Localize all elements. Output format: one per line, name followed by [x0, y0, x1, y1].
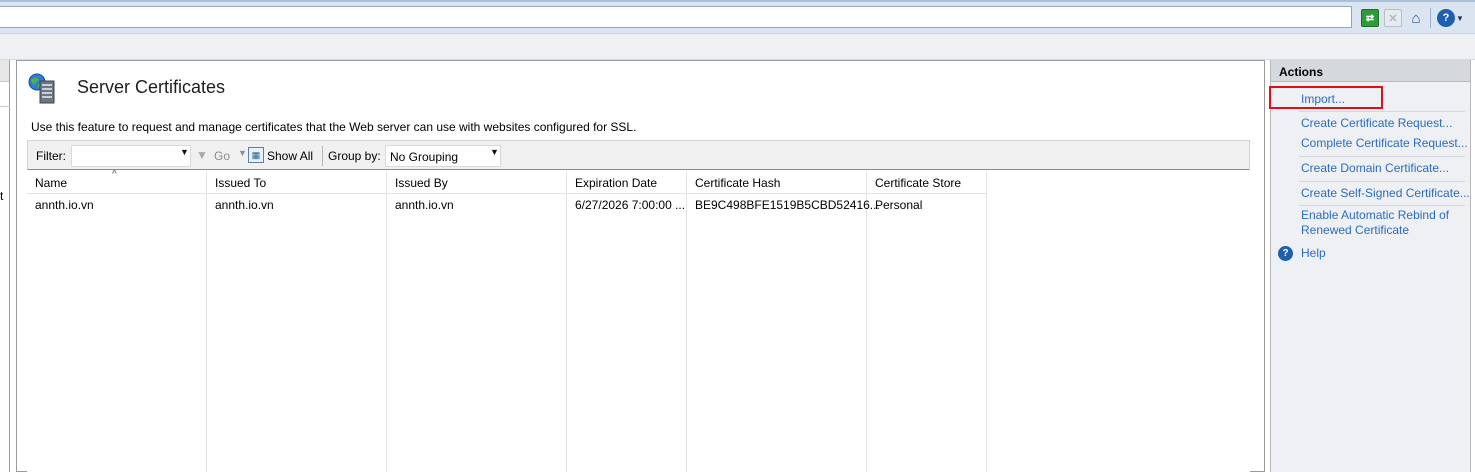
column-certificate-hash[interactable]: Certificate Hash BE9C498BFE1519B5CBD5241…: [687, 171, 880, 472]
go-button[interactable]: Go: [214, 149, 230, 163]
actions-separator: [1299, 111, 1465, 112]
filter-dropdown-icon[interactable]: ▼: [180, 147, 189, 157]
column-name[interactable]: Name ^ annth.io.vn: [27, 169, 207, 472]
filter-bar: Filter: ▼ ▼ Go ▼ ▦ Show All Group by: No…: [27, 140, 1250, 170]
stop-icon[interactable]: ✕: [1384, 9, 1402, 27]
toolbar-separator: [1430, 8, 1431, 28]
home-icon[interactable]: ⌂: [1407, 9, 1425, 27]
toolbar-band: [0, 34, 1475, 60]
create-self-signed-certificate-action[interactable]: Create Self-Signed Certificate...: [1301, 186, 1470, 201]
table-cell[interactable]: 6/27/2026 7:00:00 ...: [575, 198, 685, 212]
column-header-expiration-date[interactable]: Expiration Date: [575, 176, 657, 190]
connections-text-fragment: t: [0, 189, 4, 203]
actions-pane: Actions Import... Create Certificate Req…: [1269, 60, 1470, 472]
group-by-select[interactable]: No Grouping: [385, 145, 501, 167]
column-header-certificate-hash[interactable]: Certificate Hash: [695, 176, 780, 190]
filter-label: Filter:: [36, 149, 66, 163]
group-by-label: Group by:: [328, 149, 381, 163]
table-cell[interactable]: annth.io.vn: [215, 198, 274, 212]
help-icon[interactable]: ?: [1437, 9, 1455, 27]
column-issued-by[interactable]: Issued By annth.io.vn: [387, 171, 567, 472]
connections-pane: t: [0, 60, 10, 472]
feature-pane: Server Certificates Use this feature to …: [16, 60, 1265, 472]
right-pane-edge: [1470, 60, 1475, 472]
filterbar-divider: [322, 146, 323, 166]
table-cell[interactable]: annth.io.vn: [395, 198, 454, 212]
page-title: Server Certificates: [77, 77, 226, 97]
filter-input[interactable]: [71, 145, 191, 167]
table-row[interactable]: annth.io.vn: [35, 198, 94, 212]
column-header-certificate-store[interactable]: Certificate Store: [875, 176, 961, 190]
show-all-icon: ▦: [248, 147, 264, 163]
server-certificates-icon: [27, 72, 61, 106]
enable-automatic-rebind-action[interactable]: Enable Automatic Rebind of: [1301, 208, 1449, 223]
table-cell[interactable]: BE9C498BFE1519B5CBD52416...: [695, 198, 880, 212]
go-dropdown-icon[interactable]: ▼: [238, 148, 247, 158]
enable-automatic-rebind-action-line2[interactable]: Renewed Certificate: [1301, 223, 1409, 238]
column-header-issued-by[interactable]: Issued By: [395, 176, 448, 190]
show-all-button[interactable]: Show All: [267, 149, 313, 163]
actions-separator: [1299, 205, 1465, 206]
certificates-list: Name ^ annth.io.vn Issued To annth.io.vn…: [27, 169, 1250, 472]
chevron-down-icon[interactable]: ▼: [1455, 9, 1465, 27]
table-cell[interactable]: Personal: [875, 198, 922, 212]
column-certificate-store[interactable]: Certificate Store Personal: [867, 171, 987, 472]
connections-header: [0, 60, 9, 82]
page-description: Use this feature to request and manage c…: [31, 120, 637, 134]
column-header-name[interactable]: Name: [35, 176, 67, 190]
sort-arrow-icon: ^: [112, 169, 117, 180]
column-expiration-date[interactable]: Expiration Date 6/27/2026 7:00:00 ...: [567, 171, 687, 472]
help-icon[interactable]: ?: [1278, 246, 1293, 261]
column-header-issued-to[interactable]: Issued To: [215, 176, 266, 190]
column-issued-to[interactable]: Issued To annth.io.vn: [207, 171, 387, 472]
refresh-icon[interactable]: ⇄: [1361, 9, 1379, 27]
address-bar: ⇄ ✕ ⌂ ? ▼: [0, 0, 1475, 34]
group-by-value: No Grouping: [390, 150, 459, 164]
help-action[interactable]: Help: [1301, 246, 1326, 261]
actions-separator: [1299, 181, 1465, 182]
actions-header: Actions: [1271, 60, 1470, 82]
create-domain-certificate-action[interactable]: Create Domain Certificate...: [1301, 161, 1449, 176]
group-by-dropdown-icon[interactable]: ▼: [490, 147, 499, 157]
connections-divider: [0, 106, 10, 107]
actions-separator: [1299, 156, 1465, 157]
funnel-icon: ▼: [196, 148, 208, 162]
create-certificate-request-action[interactable]: Create Certificate Request...: [1301, 116, 1452, 131]
import-action[interactable]: Import...: [1301, 92, 1345, 107]
complete-certificate-request-action[interactable]: Complete Certificate Request...: [1301, 136, 1468, 151]
address-input[interactable]: [0, 6, 1352, 28]
